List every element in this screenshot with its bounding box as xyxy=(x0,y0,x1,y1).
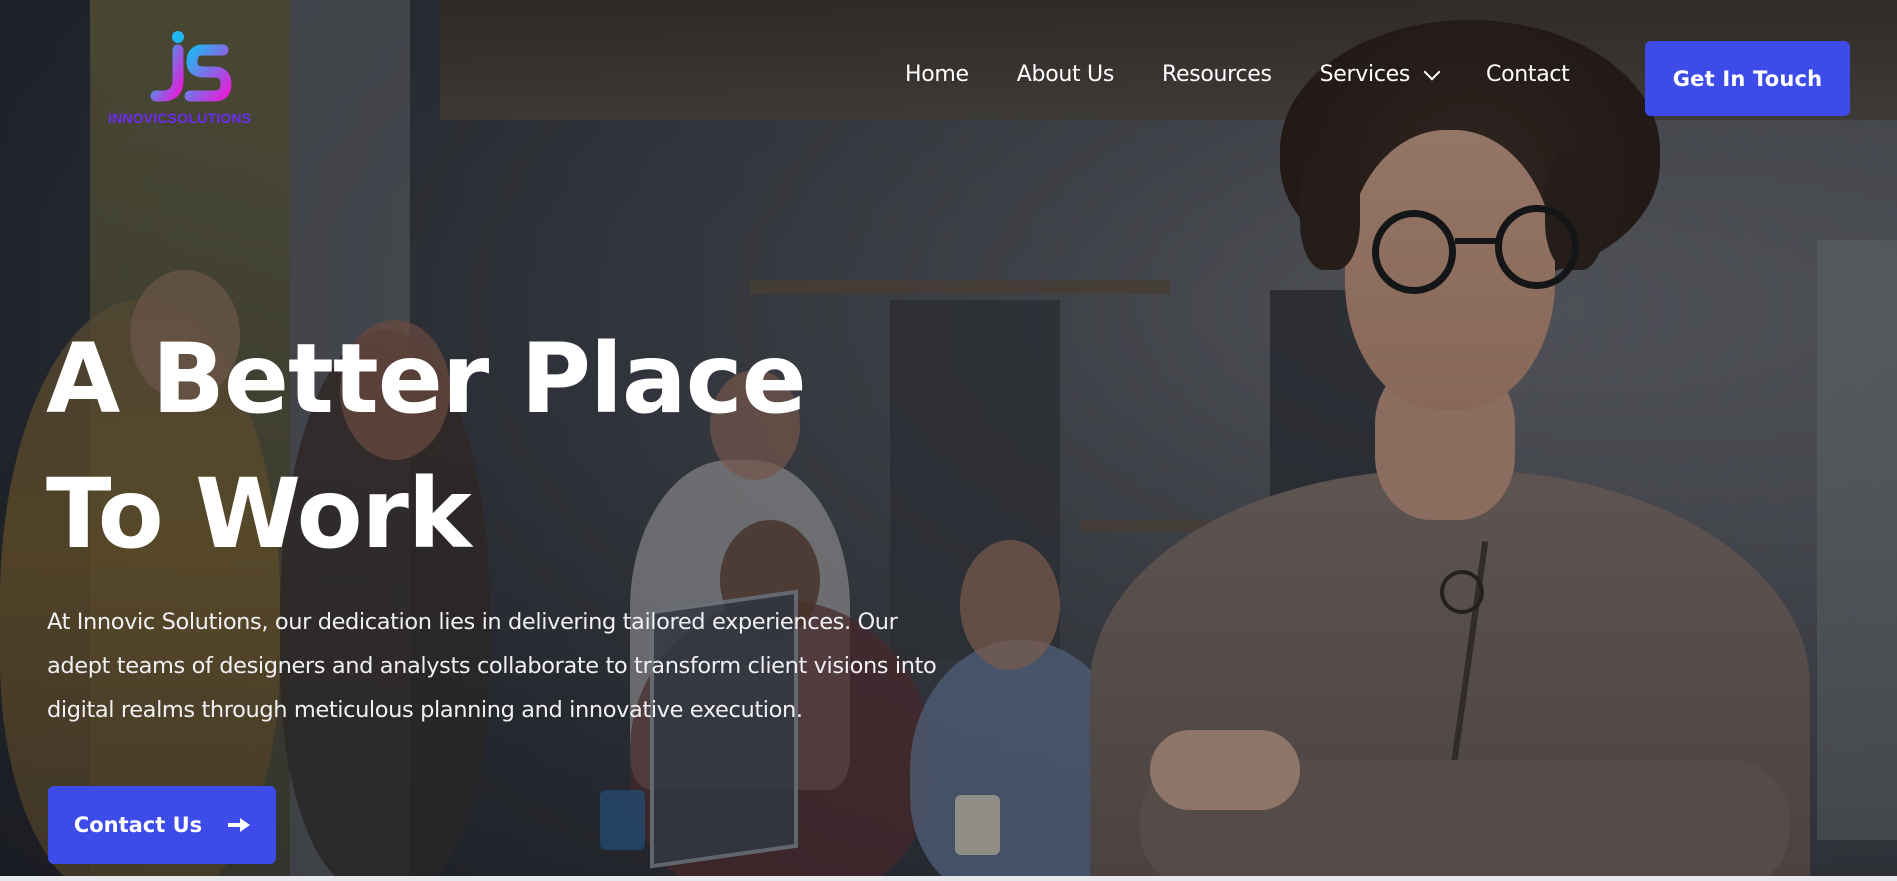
nav-services-label: Services xyxy=(1319,62,1411,87)
logo-text: INNOVICSOLUTIONS xyxy=(108,110,252,126)
logo-mark-icon xyxy=(150,31,232,102)
hero-section: INNOVICSOLUTIONS Home About Us Resources… xyxy=(0,0,1897,881)
logo[interactable]: INNOVICSOLUTIONS xyxy=(108,28,270,132)
chevron-down-icon[interactable] xyxy=(1423,63,1441,80)
arrow-right-icon xyxy=(228,818,251,832)
nav-home[interactable]: Home xyxy=(905,62,969,87)
contact-us-button[interactable]: Contact Us xyxy=(48,786,276,864)
nav-resources[interactable]: Resources xyxy=(1162,62,1272,87)
nav-services[interactable]: Services xyxy=(1319,62,1441,87)
nav-contact[interactable]: Contact xyxy=(1486,62,1570,87)
bottom-strip xyxy=(0,876,1897,881)
main-nav: Home About Us Resources Services Contact xyxy=(905,62,1618,87)
nav-about-us[interactable]: About Us xyxy=(1017,62,1115,87)
hero-headline: A Better Place To Work xyxy=(46,312,846,582)
hero-description: At Innovic Solutions, our dedication lie… xyxy=(47,609,937,723)
get-in-touch-button[interactable]: Get In Touch xyxy=(1645,41,1850,116)
contact-us-label: Contact Us xyxy=(73,813,203,837)
hero-headline-line: To Work xyxy=(46,458,472,570)
hero-headline-line: A Better Place xyxy=(46,323,807,435)
